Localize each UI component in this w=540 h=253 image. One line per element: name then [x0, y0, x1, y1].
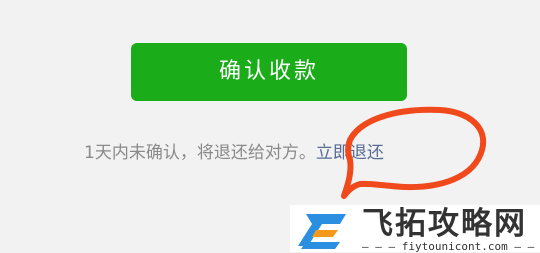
- refund-now-link[interactable]: 立即退还: [316, 143, 384, 163]
- site-watermark: 飞拓攻略网 — — — fiytounicont.com — — —: [290, 205, 540, 253]
- watermark-site-name: 飞拓攻略网: [362, 206, 527, 242]
- refund-notice-text: 1天内未确认，将退还给对方。: [84, 143, 316, 163]
- confirm-receipt-button[interactable]: 确认收款: [131, 43, 407, 101]
- watermark-url: — — — fiytounicont.com — — —: [362, 240, 540, 253]
- stylized-e-logo-icon: [298, 214, 346, 249]
- refund-notice: 1天内未确认，将退还给对方。立即退还: [84, 141, 384, 165]
